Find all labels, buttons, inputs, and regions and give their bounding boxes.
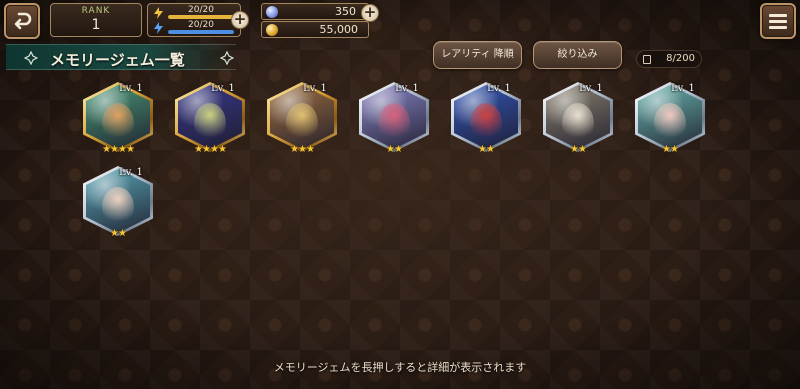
rank-panel: RANK 1 — [50, 3, 142, 37]
gem-figure — [654, 103, 686, 143]
rank-value: 1 — [91, 17, 101, 33]
gem-rarity-stars: ★★ — [478, 144, 495, 155]
plus-icon: + — [363, 3, 377, 21]
gem-figure — [562, 103, 594, 143]
page-title: メモリージェム一覧 — [50, 51, 185, 69]
memory-gem-card[interactable]: Lv. 1 ★★ — [543, 82, 613, 158]
gem-figure — [470, 103, 502, 143]
memory-gem-card[interactable]: Lv. 1 ★★ — [359, 82, 429, 158]
gem-rarity-stars: ★★★★ — [102, 144, 135, 155]
memory-gem-card[interactable]: Lv. 1 ★★ — [83, 166, 153, 242]
memory-gem-card[interactable]: Lv. 1 ★★ — [635, 82, 705, 158]
gem-figure — [194, 103, 226, 143]
menu-button[interactable] — [760, 3, 796, 39]
stamina-row-1: 20/20 — [154, 5, 238, 20]
memory-gem-card[interactable]: Lv. 1 ★★ — [451, 82, 521, 158]
ornament-icon — [220, 51, 234, 65]
gem-figure — [378, 103, 410, 143]
ornament-icon — [24, 51, 38, 65]
gem-figure — [286, 103, 318, 143]
gem-level: Lv. 1 — [119, 83, 143, 94]
back-arrow-icon — [14, 12, 32, 30]
add-stamina-button[interactable]: + — [231, 11, 249, 29]
gold-coin-icon — [266, 24, 278, 36]
plus-icon: + — [233, 10, 247, 28]
back-button[interactable] — [4, 3, 40, 39]
gem-rarity-stars: ★★ — [110, 228, 127, 239]
card-count-icon — [643, 55, 651, 64]
stamina-fill-1 — [168, 15, 234, 19]
gem-level: Lv. 1 — [487, 83, 511, 94]
rank-label: RANK — [81, 6, 111, 16]
stamina-bar-1 — [168, 15, 234, 19]
gem-rarity-stars: ★★ — [386, 144, 403, 155]
gem-rarity-stars: ★★ — [662, 144, 679, 155]
stamina-panel: 20/20 20/20 — [147, 3, 241, 37]
stamina-bar-2 — [168, 30, 234, 34]
gem-currency-icon — [266, 6, 278, 18]
gem-level: Lv. 1 — [671, 83, 695, 94]
blue-bolt-icon — [154, 22, 163, 34]
gem-level: Lv. 1 — [579, 83, 603, 94]
gem-rarity-stars: ★★★★ — [194, 144, 227, 155]
gem-rarity-stars: ★★★ — [290, 144, 315, 155]
gem-count-text: 8/200 — [666, 53, 695, 64]
add-gem-button[interactable]: + — [361, 4, 379, 22]
gem-level: Lv. 1 — [303, 83, 327, 94]
gem-figure — [102, 187, 134, 227]
filter-button[interactable]: 絞り込み — [533, 41, 622, 69]
hamburger-menu-icon — [769, 14, 787, 29]
gem-level: Lv. 1 — [119, 167, 143, 178]
gem-currency-value: 350 — [335, 5, 356, 18]
stamina-text-1: 20/20 — [188, 5, 214, 15]
yellow-bolt-icon — [154, 7, 163, 19]
stamina-row-2: 20/20 — [154, 20, 238, 35]
gem-count-panel: 8/200 — [636, 50, 702, 68]
gem-rarity-stars: ★★ — [570, 144, 587, 155]
memory-gem-card[interactable]: Lv. 1 ★★★★ — [83, 82, 153, 158]
stamina-text-2: 20/20 — [188, 20, 214, 30]
stamina-fill-2 — [168, 30, 234, 34]
sort-rarity-button[interactable]: レアリティ 降順 — [433, 41, 522, 69]
gem-figure — [102, 103, 134, 143]
long-press-hint: メモリージェムを長押しすると詳細が表示されます — [273, 361, 527, 374]
title-banner: メモリージェム一覧 — [6, 44, 236, 70]
gold-currency-value: 55,000 — [319, 23, 359, 36]
gem-level: Lv. 1 — [395, 83, 419, 94]
gold-currency-panel: 55,000 — [261, 21, 369, 38]
gem-level: Lv. 1 — [211, 83, 235, 94]
memory-gem-card[interactable]: Lv. 1 ★★★ — [267, 82, 337, 158]
gem-currency-panel: 350 — [261, 3, 369, 20]
memory-gem-card[interactable]: Lv. 1 ★★★★ — [175, 82, 245, 158]
